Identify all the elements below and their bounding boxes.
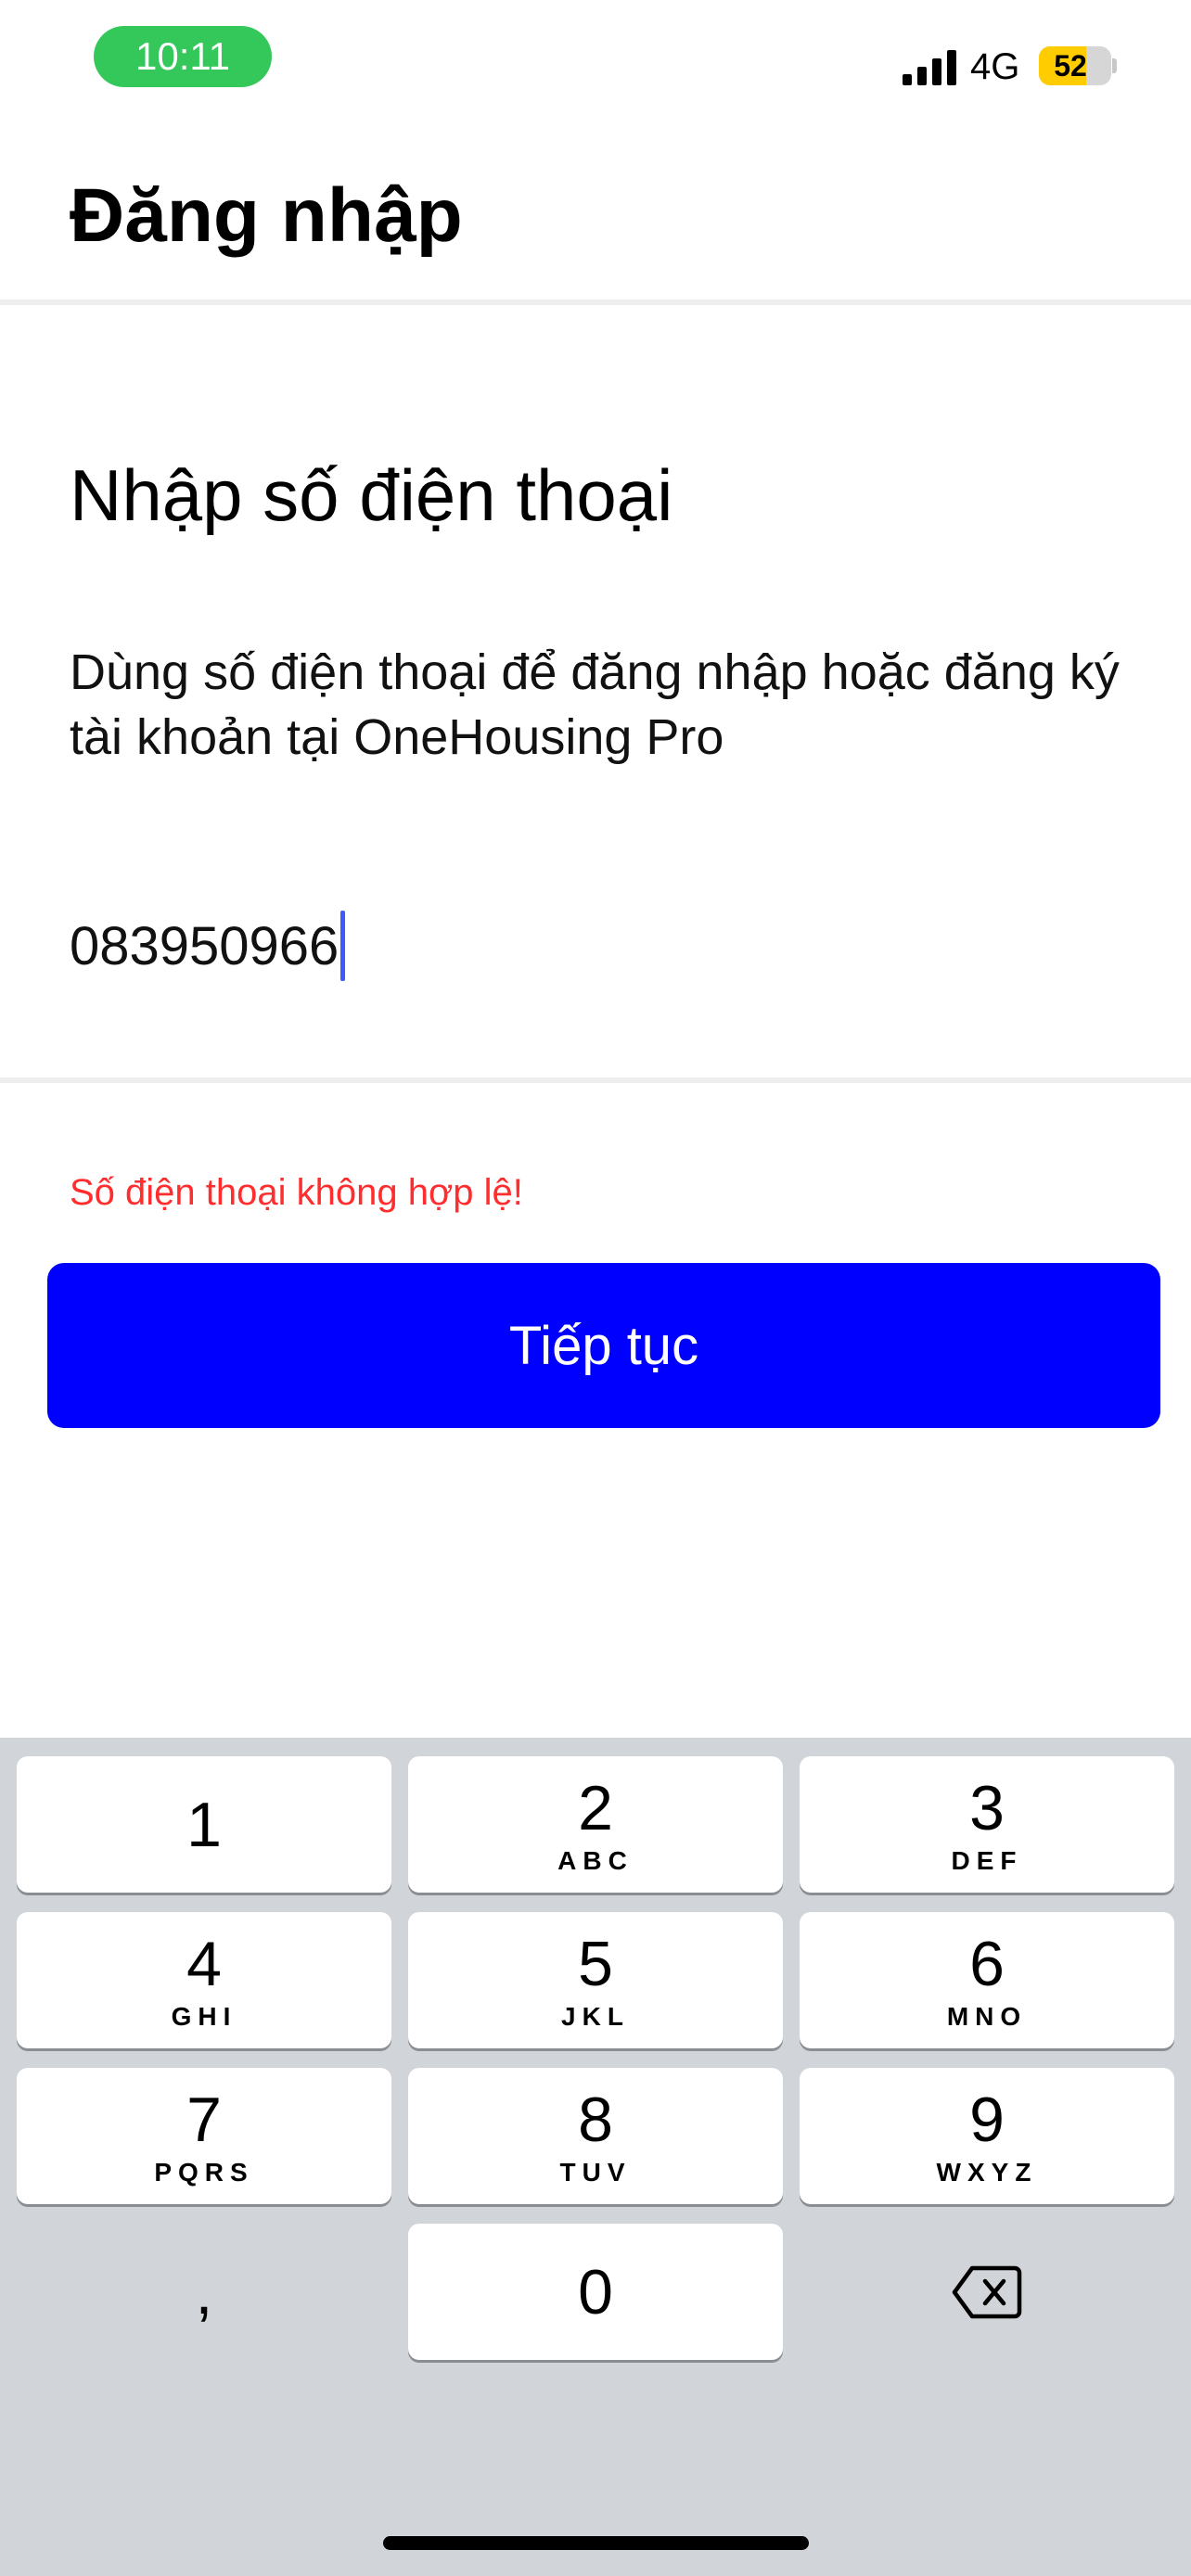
delete-key[interactable]: [800, 2224, 1174, 2360]
key-digit: 0: [578, 2256, 613, 2327]
key-4[interactable]: 4 GHI: [17, 1912, 391, 2048]
key-letters: GHI: [171, 2001, 237, 2031]
key-7[interactable]: 7 PQRS: [17, 2068, 391, 2204]
status-time: 10:11: [94, 26, 272, 87]
phone-input[interactable]: 083950966: [70, 904, 1127, 988]
key-digit: 3: [969, 1772, 1005, 1843]
key-digit: 7: [186, 2084, 222, 2155]
form-description: Dùng số điện thoại để đăng nhập hoặc đăn…: [70, 644, 1120, 765]
key-letters: PQRS: [154, 2157, 254, 2187]
key-letters: MNO: [946, 2001, 1028, 2031]
text-caret: [340, 911, 346, 981]
input-underline: [0, 1078, 1191, 1083]
key-9[interactable]: 9 WXYZ: [800, 2068, 1174, 2204]
home-indicator[interactable]: [383, 2536, 809, 2550]
key-2[interactable]: 2 ABC: [408, 1756, 783, 1893]
key-letters: TUV: [559, 2157, 632, 2187]
backspace-icon: [952, 2265, 1022, 2318]
status-time-text: 10:11: [135, 34, 230, 78]
key-digit: 4: [186, 1928, 222, 1999]
form-heading: Nhập số điện thoại: [70, 454, 673, 536]
key-1[interactable]: 1: [17, 1756, 391, 1893]
key-digit: 1: [186, 1789, 222, 1860]
key-digit: 2: [578, 1772, 613, 1843]
key-8[interactable]: 8 TUV: [408, 2068, 783, 2204]
key-digit: 6: [969, 1928, 1005, 1999]
key-5[interactable]: 5 JKL: [408, 1912, 783, 2048]
battery-tip: [1112, 58, 1117, 73]
network-type: 4G: [970, 46, 1020, 87]
key-comma[interactable]: ,: [17, 2224, 391, 2360]
key-0[interactable]: 0: [408, 2224, 783, 2360]
continue-button-label: Tiếp tục: [508, 1315, 699, 1376]
key-6[interactable]: 6 MNO: [800, 1912, 1174, 2048]
battery-icon: 52: [1039, 46, 1111, 85]
key-digit: 5: [578, 1928, 613, 1999]
key-3[interactable]: 3 DEF: [800, 1756, 1174, 1893]
battery-level: 52: [1054, 48, 1087, 83]
cellular-signal-icon: [903, 50, 956, 85]
comma-label: ,: [195, 2256, 213, 2327]
key-digit: 8: [578, 2084, 613, 2155]
key-letters: JKL: [561, 2001, 630, 2031]
header-divider: [0, 300, 1191, 305]
continue-button[interactable]: Tiếp tục: [47, 1263, 1160, 1428]
key-digit: 9: [969, 2084, 1005, 2155]
key-letters: ABC: [557, 1845, 634, 1875]
numeric-keypad: 1 2 ABC 3 DEF 4 GHI 5 JKL 6 MNO 7 PQRS 8…: [0, 1738, 1191, 2576]
phone-input-value: 083950966: [70, 915, 339, 976]
error-message: Số điện thoại không hợp lệ!: [70, 1172, 523, 1213]
key-letters: WXYZ: [936, 2157, 1038, 2187]
page-title: Đăng nhập: [70, 173, 463, 258]
key-letters: DEF: [951, 1845, 1023, 1875]
login-screen: 10:11 4G 52 Đăng nhập Nhập số điện thoại…: [0, 0, 1191, 2576]
